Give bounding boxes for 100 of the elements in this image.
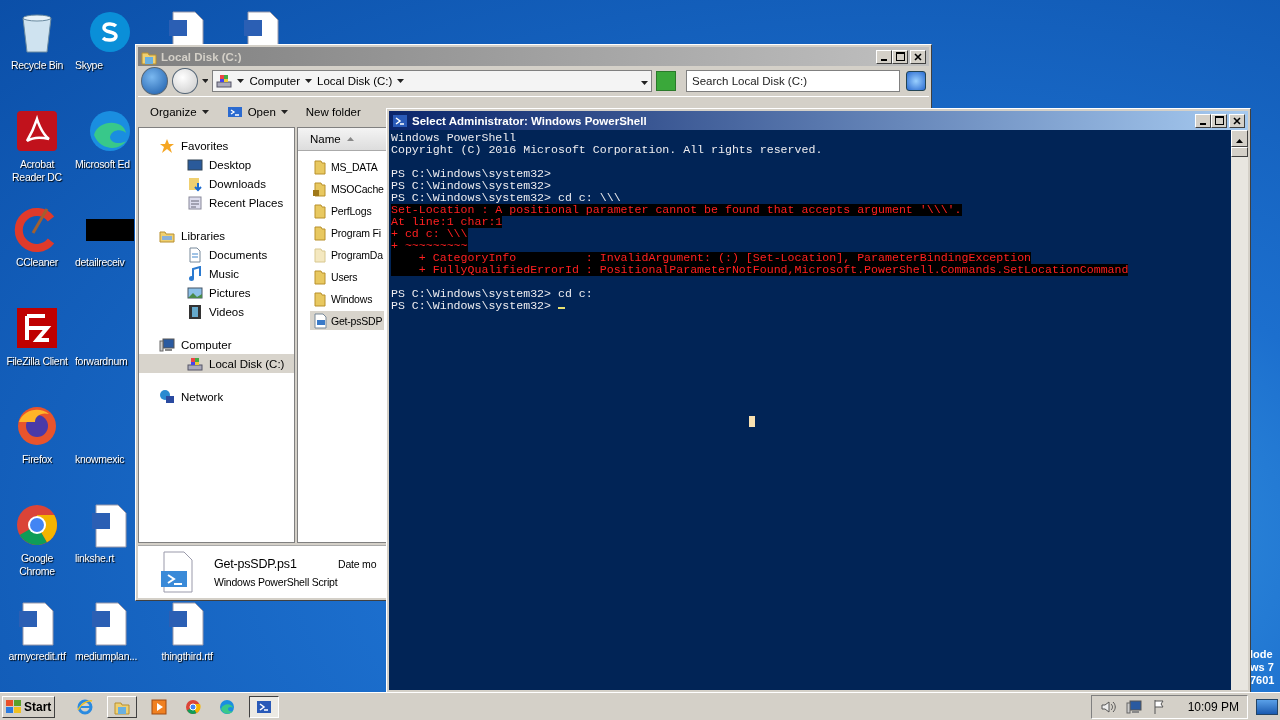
toolbar-button[interactable]: Open: [224, 102, 290, 122]
start-button[interactable]: Start: [2, 695, 56, 718]
show-desktop-button[interactable]: [1256, 698, 1278, 715]
minimize-button[interactable]: [1195, 113, 1211, 128]
file-item[interactable]: MS_DATA: [310, 157, 380, 176]
toolbar-button[interactable]: Organize: [148, 104, 211, 120]
caret-icon: [397, 79, 405, 83]
videos-icon: [187, 303, 203, 320]
faded-icon: [312, 246, 328, 263]
text-cursor: [558, 307, 565, 309]
clock[interactable]: 10:09 PM: [1187, 699, 1239, 714]
maximize-icon: [1214, 116, 1224, 125]
folder-icon: [312, 268, 328, 285]
console-line: PS C:\Windows\system32>: [391, 180, 552, 192]
nav-item[interactable]: Libraries: [139, 226, 294, 245]
toolbar-button[interactable]: New folder: [303, 104, 363, 120]
forward-button[interactable]: [172, 68, 198, 94]
nav-item[interactable]: Recent Places: [139, 193, 294, 212]
desktop-icon-label[interactable]: Recycle Bin: [10, 59, 64, 72]
search-button[interactable]: [906, 71, 926, 91]
desktop-icon-label[interactable]: forwardnum: [75, 354, 128, 368]
file-item[interactable]: Windows: [310, 289, 375, 308]
maximize-icon: [895, 52, 905, 61]
caret-icon: [305, 79, 312, 83]
desktop-icon-label[interactable]: linkshe.rt: [75, 551, 114, 565]
locked-icon: [312, 180, 328, 197]
file-item[interactable]: ProgramDa: [310, 245, 385, 264]
prompt-line: PS C:\Windows\system32>: [391, 300, 565, 312]
scrollbar[interactable]: [1231, 130, 1248, 690]
column-header[interactable]: Name: [298, 128, 386, 151]
open-icon: [226, 104, 243, 120]
taskbar-button[interactable]: [249, 695, 280, 718]
desktop-icon-label[interactable]: detailreceiv: [75, 256, 125, 269]
caret-icon: [201, 110, 209, 114]
desktop-icon-label[interactable]: mediumplan...: [75, 650, 138, 663]
powershell-icon: [392, 112, 408, 129]
window-title: Local Disk (C:): [161, 50, 243, 63]
desktop-icon-label[interactable]: Skype: [75, 59, 103, 72]
address-bar[interactable]: Computer Local Disk (C:): [212, 70, 653, 92]
disk-icon: [216, 73, 233, 89]
file-name: Get-psSDP.ps1: [214, 556, 298, 571]
edge-icon: [219, 698, 236, 715]
file-type: Windows PowerShell Script: [214, 575, 338, 588]
star-icon: [159, 137, 175, 154]
desktop-icon-label[interactable]: Acrobat Reader DC: [6, 157, 68, 184]
breadcrumb[interactable]: Local Disk (C:): [317, 75, 393, 87]
scroll-up-button[interactable]: [1231, 130, 1248, 147]
nav-item[interactable]: Music: [139, 264, 294, 283]
desktop-icon-label[interactable]: FileZilla Client: [6, 354, 68, 368]
console-line: Windows PowerShell: [391, 132, 517, 144]
console-line: PS C:\Windows\system32>: [391, 168, 552, 180]
desktop-icon-label[interactable]: armycredit.rtf: [8, 650, 66, 663]
file-item[interactable]: Get-psSDP: [310, 311, 385, 330]
pictures-icon: [187, 284, 203, 301]
search-field[interactable]: Search Local Disk (C:): [686, 70, 901, 92]
nav-item[interactable]: Local Disk (C:): [139, 354, 294, 373]
nav-item[interactable]: Documents: [139, 245, 294, 264]
close-icon: [914, 52, 922, 61]
nav-item[interactable]: Desktop: [139, 155, 294, 174]
desktop-icon-label[interactable]: thingthird.rtf: [161, 650, 213, 663]
close-button[interactable]: [1229, 113, 1245, 128]
file-item[interactable]: MSOCache: [310, 179, 386, 198]
dropdown-caret-icon: [641, 81, 649, 85]
caret-icon: [237, 79, 245, 83]
desktop-icon-label[interactable]: knowmexic: [75, 453, 125, 466]
watermark-text: lode: [1250, 648, 1274, 661]
back-button[interactable]: [141, 67, 169, 95]
computer-icon: [1125, 698, 1142, 715]
maximize-button[interactable]: [1211, 113, 1227, 128]
console-line: Copyright (C) 2016 Microsoft Corporation. All rights reserved.: [391, 144, 823, 156]
watermark-text: 7601: [1250, 674, 1275, 687]
window-title: Select Administrator: Windows PowerShell: [412, 114, 648, 127]
documents-icon: [187, 246, 203, 263]
file-item[interactable]: Program Fi: [310, 223, 383, 242]
downloads-icon: [187, 175, 203, 192]
nav-item[interactable]: Favorites: [139, 136, 294, 155]
scroll-thumb[interactable]: [1231, 147, 1248, 157]
history-caret-icon: [201, 79, 209, 83]
windows-logo-icon: [6, 699, 22, 714]
console-line: PS C:\Windows\system32> cd c:: [391, 288, 593, 300]
nav-item[interactable]: Videos: [139, 302, 294, 321]
breadcrumb[interactable]: Computer: [249, 75, 300, 87]
volume-icon: [1099, 698, 1116, 715]
nav-item[interactable]: Downloads: [139, 174, 294, 193]
folder-icon: [312, 224, 328, 241]
file-item[interactable]: PerfLogs: [310, 201, 374, 220]
sort-arrow-icon: [346, 137, 354, 141]
file-item[interactable]: Users: [310, 267, 360, 286]
nav-item[interactable]: Pictures: [139, 283, 294, 302]
desktop-icon-label[interactable]: CCleaner: [16, 256, 58, 269]
watermark-text: ws 7: [1250, 661, 1275, 674]
folder-icon: [312, 290, 328, 307]
desktop-icon-label[interactable]: Google Chrome: [6, 551, 68, 578]
desktop-icon-label[interactable]: Microsoft Ed: [75, 157, 130, 171]
close-icon: [1233, 116, 1241, 125]
nav-item[interactable]: Network: [139, 387, 294, 406]
nav-item[interactable]: Computer: [139, 335, 294, 354]
desktop-icon-label[interactable]: Firefox: [22, 453, 52, 466]
media-icon: [151, 698, 168, 715]
chrome-icon: [185, 698, 202, 715]
